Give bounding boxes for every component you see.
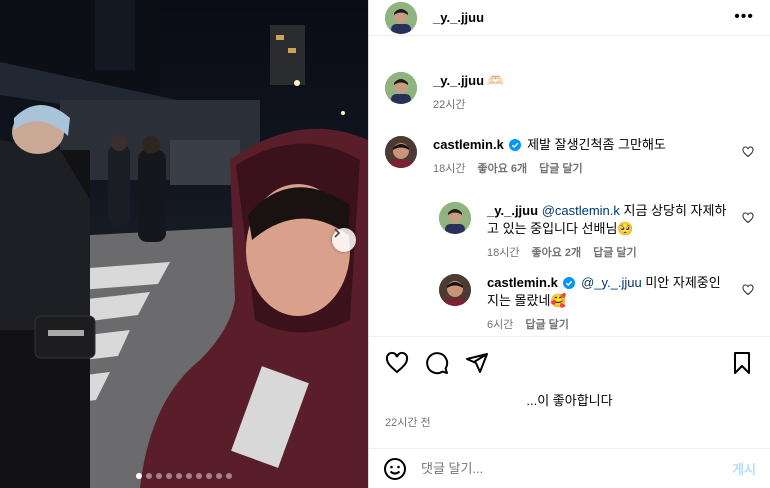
comment-likes[interactable]: 좋아요 6개 xyxy=(477,160,527,178)
heart-icon[interactable] xyxy=(742,146,754,158)
comment-username[interactable]: castlemin.k xyxy=(433,137,504,152)
reply-mention[interactable]: @castlemin.k xyxy=(542,203,620,218)
reply-time: 18시간 xyxy=(487,247,520,259)
comment-text: 제발 잘생긴척좀 그만해도 xyxy=(527,137,666,152)
carousel-dot xyxy=(196,473,202,479)
post-comment-button[interactable]: 게시 xyxy=(732,459,756,478)
reply-button[interactable]: 답글 달기 xyxy=(593,244,637,262)
photo-scene xyxy=(0,0,368,488)
carousel-dot xyxy=(226,473,232,479)
post-photo[interactable] xyxy=(0,0,368,488)
caption-username[interactable]: _y._.jjuu xyxy=(433,73,484,88)
caption-time: 22시간 xyxy=(433,99,466,111)
reply-button[interactable]: 답글 달기 xyxy=(539,160,583,178)
more-icon[interactable]: ••• xyxy=(734,8,754,26)
heart-icon[interactable] xyxy=(742,284,754,296)
carousel-dot xyxy=(166,473,172,479)
heart-icon[interactable] xyxy=(742,212,754,224)
reply-item: _y._.jjuu @castlemin.k 지금 상당히 자제하고 있는 중입… xyxy=(439,202,754,262)
carousel-dots xyxy=(0,473,368,479)
share-icon[interactable] xyxy=(465,351,489,375)
reply-button[interactable]: 답글 달기 xyxy=(525,316,569,334)
likes-summary[interactable]: ...이 좋아합니다 xyxy=(369,390,770,409)
post-header: _y._.jjuu ••• xyxy=(369,0,770,36)
carousel-dot xyxy=(186,473,192,479)
bookmark-icon[interactable] xyxy=(730,351,754,375)
carousel-dot xyxy=(156,473,162,479)
next-photo-button[interactable] xyxy=(332,228,356,252)
carousel-dot xyxy=(206,473,212,479)
emoji-icon[interactable] xyxy=(383,457,407,481)
caption: _y._.jjuu 🫶🏻 22시간 xyxy=(385,72,754,114)
post-time: 22시간 전 xyxy=(385,417,431,429)
comment-icon[interactable] xyxy=(425,351,449,375)
reply-likes[interactable]: 좋아요 2개 xyxy=(531,244,581,262)
post-panel: _y._.jjuu ••• _y._.jjuu 🫶🏻 22시간 castlemi… xyxy=(368,0,770,488)
action-bar xyxy=(369,336,770,388)
reply-time: 6시간 xyxy=(487,319,514,331)
comment-composer: 게시 xyxy=(369,448,770,488)
carousel-dot xyxy=(146,473,152,479)
comment-time: 18시간 xyxy=(433,163,466,175)
author-avatar[interactable] xyxy=(385,1,417,34)
reply-username[interactable]: _y._.jjuu xyxy=(487,203,538,218)
caption-avatar[interactable] xyxy=(385,72,417,104)
heart-icon[interactable] xyxy=(385,351,409,375)
reply-mention[interactable]: @_y._.jjuu xyxy=(581,275,642,290)
comment-avatar[interactable] xyxy=(385,136,417,168)
verified-icon xyxy=(563,277,576,289)
reply-avatar[interactable] xyxy=(439,202,471,234)
reply-avatar[interactable] xyxy=(439,274,471,306)
carousel-dot xyxy=(136,473,142,479)
carousel-dot xyxy=(176,473,182,479)
author-username[interactable]: _y._.jjuu xyxy=(433,10,484,25)
comment-item: castlemin.k 제발 잘생긴척좀 그만해도 18시간 좋아요 6개 답글… xyxy=(385,136,754,178)
chevron-right-icon xyxy=(334,228,341,238)
caption-text: 🫶🏻 xyxy=(487,73,504,88)
reply-item: castlemin.k @_y._.jjuu 미안 자제중인지는 몰랐네🥰 6시… xyxy=(439,274,754,334)
verified-icon xyxy=(509,139,522,151)
comment-input[interactable] xyxy=(421,461,733,476)
carousel-dot xyxy=(216,473,222,479)
reply-username[interactable]: castlemin.k xyxy=(487,275,558,290)
comments-list: _y._.jjuu 🫶🏻 22시간 castlemin.k 제발 잘생긴척좀 그… xyxy=(369,60,770,336)
